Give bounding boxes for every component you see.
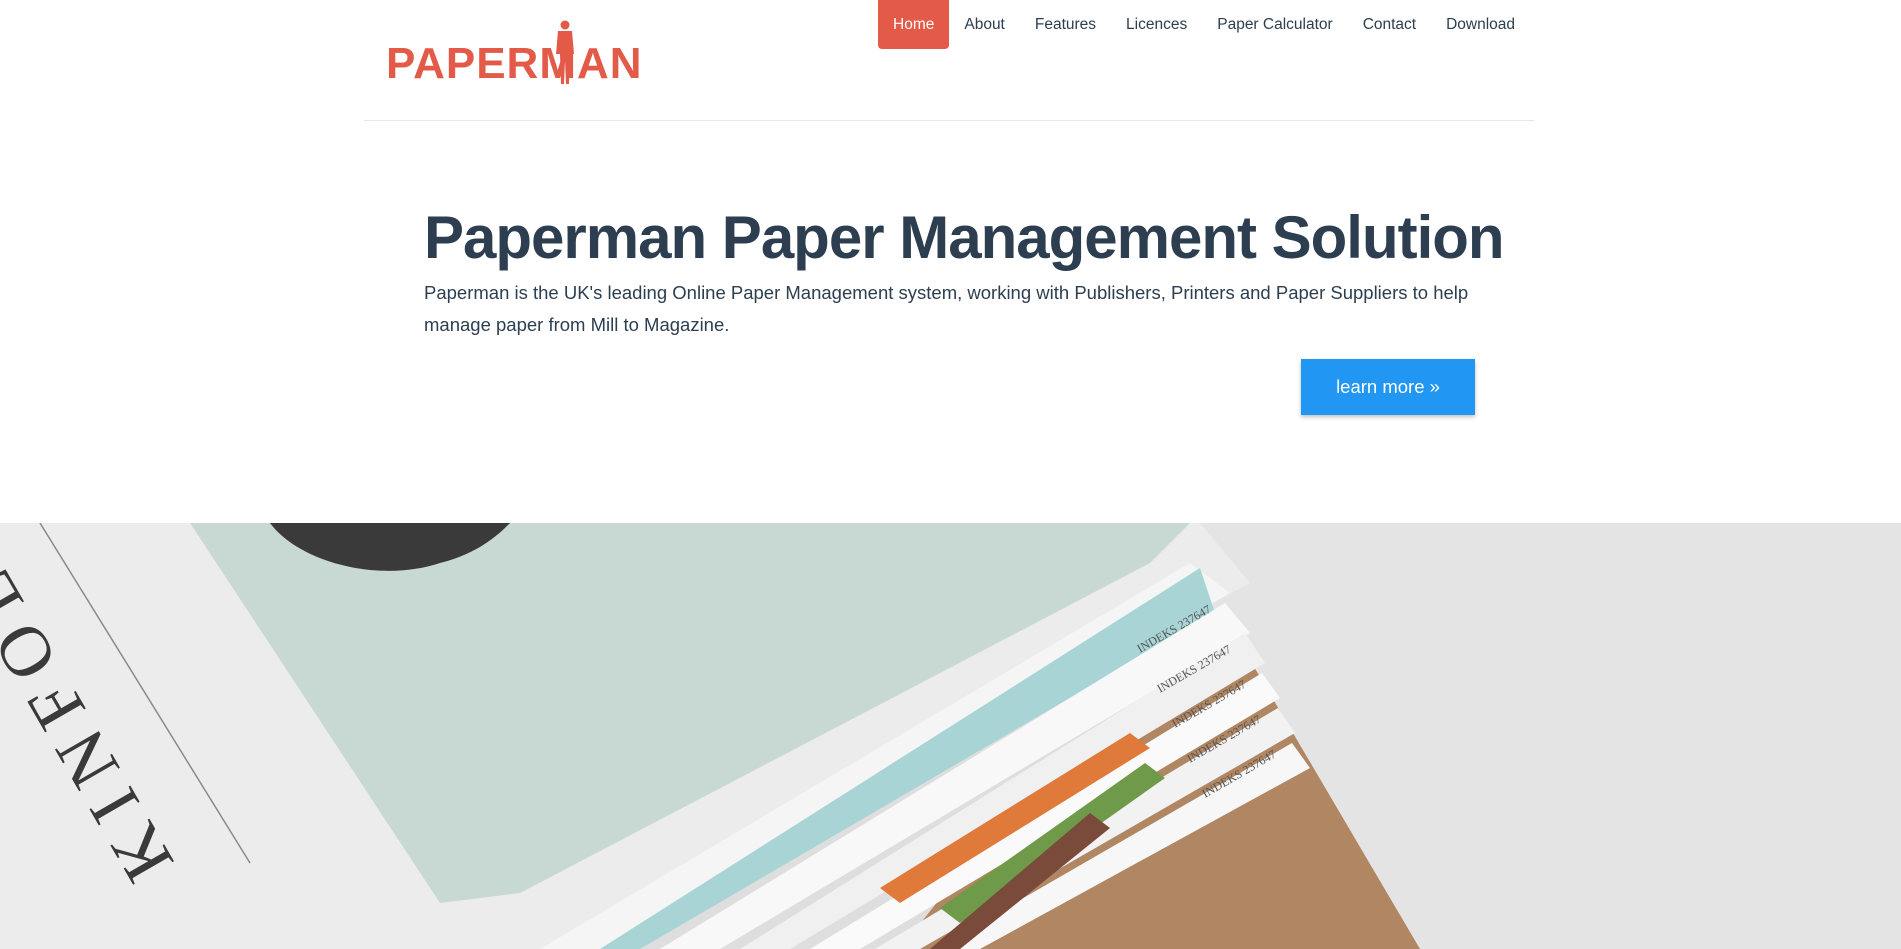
nav-item-licences[interactable]: Licences <box>1111 0 1202 49</box>
man-silhouette-icon <box>556 20 574 84</box>
nav-item-paper-calculator[interactable]: Paper Calculator <box>1202 0 1347 49</box>
main-nav: Home About Features Licences Paper Calcu… <box>878 0 1530 49</box>
nav-item-about[interactable]: About <box>949 0 1020 49</box>
hero-description: Paperman is the UK's leading Online Pape… <box>424 282 1469 335</box>
learn-more-button[interactable]: learn more » <box>1301 359 1475 415</box>
logo-text: PAPERMAN <box>386 39 643 88</box>
paperman-logo[interactable]: PAPERMAN <box>386 20 642 88</box>
magazine-stack-image: KINFOLK INDEKS 237647 INDEKS 237647 INDE… <box>0 523 1901 949</box>
nav-item-features[interactable]: Features <box>1020 0 1111 49</box>
hero-section: Paperman Paper Management Solution Paper… <box>424 204 1505 341</box>
hero-title: Paperman Paper Management Solution <box>424 204 1505 271</box>
nav-item-home[interactable]: Home <box>878 0 950 49</box>
nav-item-download[interactable]: Download <box>1431 0 1530 49</box>
nav-item-contact[interactable]: Contact <box>1348 0 1431 49</box>
site-header: PAPERMAN Home About Features Licences Pa… <box>364 0 1534 121</box>
hero-photo-magazines: KINFOLK INDEKS 237647 INDEKS 237647 INDE… <box>0 523 1901 949</box>
